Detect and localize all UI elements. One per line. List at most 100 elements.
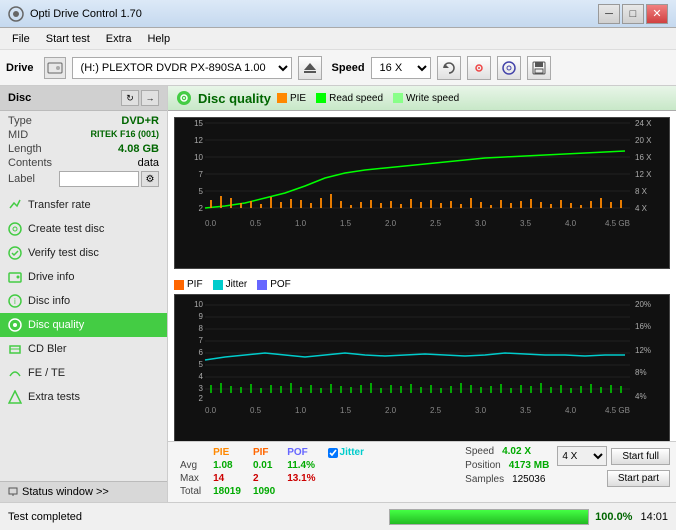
nav-transfer-rate[interactable]: Transfer rate (0, 193, 167, 217)
status-bar: Test completed 100.0% 14:01 (0, 502, 676, 530)
minimize-button[interactable]: ─ (598, 4, 620, 24)
jitter-checkbox[interactable] (328, 448, 338, 458)
speed-stat-value: 4.02 X (502, 446, 531, 457)
jitter-col-header: Jitter (322, 446, 370, 459)
samples-label: Samples (465, 474, 504, 485)
menu-file[interactable]: File (4, 31, 38, 47)
max-row: Max 14 2 13.1% (174, 472, 370, 485)
svg-text:0.5: 0.5 (250, 219, 262, 228)
disc-info-panel: Type DVD+R MID RITEK F16 (001) Length 4.… (0, 111, 167, 193)
nav-fe-te[interactable]: FE / TE (0, 361, 167, 385)
disc-info-icon: i (8, 294, 22, 308)
menu-extra[interactable]: Extra (98, 31, 140, 47)
start-full-button[interactable]: Start full (611, 448, 670, 465)
main-layout: Disc ↻ → Type DVD+R MID RITEK F16 (001) … (0, 86, 676, 502)
svg-text:2: 2 (199, 204, 204, 213)
svg-text:10: 10 (194, 153, 203, 162)
disc-quality-icon (8, 318, 22, 332)
svg-text:2.0: 2.0 (385, 219, 397, 228)
svg-text:4.5 GB: 4.5 GB (605, 406, 630, 415)
svg-text:8%: 8% (635, 368, 647, 377)
total-row: Total 18019 1090 (174, 485, 370, 498)
disc-refresh-btn[interactable]: ↻ (121, 90, 139, 106)
speed-dropdown[interactable]: 4 X8 X16 X (557, 446, 607, 466)
pif-label: PIF (187, 279, 203, 290)
position-value: 4173 MB (509, 460, 550, 471)
svg-text:1.5: 1.5 (340, 406, 352, 415)
nav-create-test-disc[interactable]: Create test disc (0, 217, 167, 241)
stats-table: PIE PIF POF Jitter Avg 1.08 (174, 446, 461, 498)
charts-wrapper: 15 12 10 7 5 2 24 X 20 X 16 X 12 X 8 X 4… (168, 111, 676, 441)
svg-text:20%: 20% (635, 300, 651, 309)
pif-col-header: PIF (247, 446, 281, 459)
contents-label: Contents (8, 157, 52, 169)
content-title: Disc quality (198, 91, 271, 106)
label-input[interactable] (59, 171, 139, 187)
write-speed-legend-label: Write speed (406, 93, 459, 104)
svg-text:4.0: 4.0 (565, 406, 577, 415)
menu-start-test[interactable]: Start test (38, 31, 98, 47)
close-button[interactable]: ✕ (646, 4, 668, 24)
cd-bler-icon (8, 342, 22, 356)
pof-label: POF (270, 279, 291, 290)
bottom-legend: PIF Jitter POF (174, 277, 670, 292)
avg-pif: 0.01 (247, 459, 281, 472)
svg-text:3.5: 3.5 (520, 406, 532, 415)
refresh-button[interactable] (437, 56, 461, 80)
drive-label: Drive (6, 62, 34, 74)
drive-select[interactable]: (H:) PLEXTOR DVDR PX-890SA 1.00 (72, 57, 292, 79)
svg-text:12: 12 (194, 136, 203, 145)
save-button[interactable] (527, 56, 551, 80)
avg-pof: 11.4% (281, 459, 321, 472)
svg-text:20 X: 20 X (635, 136, 652, 145)
pie-legend-dot (277, 93, 287, 103)
app-icon (8, 6, 24, 22)
menu-bar: File Start test Extra Help (0, 28, 676, 50)
title-bar: Opti Drive Control 1.70 ─ □ ✕ (0, 0, 676, 28)
disc-arrow-btn[interactable]: → (141, 90, 159, 106)
svg-text:8 X: 8 X (635, 187, 648, 196)
nav-cd-bler[interactable]: CD Bler (0, 337, 167, 361)
sidebar: Disc ↻ → Type DVD+R MID RITEK F16 (001) … (0, 86, 168, 502)
svg-text:4: 4 (199, 372, 204, 381)
read-speed-legend-label: Read speed (329, 93, 383, 104)
start-part-button[interactable]: Start part (607, 470, 670, 487)
disc-button[interactable] (497, 56, 521, 80)
content-header: Disc quality PIE Read speed Write speed (168, 86, 676, 111)
transfer-rate-icon (8, 198, 22, 212)
avg-pie: 1.08 (207, 459, 247, 472)
svg-text:8: 8 (199, 324, 204, 333)
speed-select[interactable]: 16 X (371, 57, 431, 79)
menu-help[interactable]: Help (139, 31, 178, 47)
nav-disc-quality[interactable]: Disc quality (0, 313, 167, 337)
window-title: Opti Drive Control 1.70 (30, 8, 142, 20)
extra-tests-icon (8, 390, 22, 404)
length-label: Length (8, 143, 42, 155)
drive-icon (44, 57, 66, 79)
status-window-button[interactable]: Status window >> (0, 481, 167, 502)
nav-drive-info[interactable]: Drive info (0, 265, 167, 289)
position-label: Position (465, 460, 501, 471)
label-btn[interactable]: ⚙ (141, 171, 159, 187)
svg-text:2.5: 2.5 (430, 219, 442, 228)
type-label: Type (8, 115, 32, 127)
settings-button[interactable] (467, 56, 491, 80)
maximize-button[interactable]: □ (622, 4, 644, 24)
nav-verify-test-disc[interactable]: Verify test disc (0, 241, 167, 265)
svg-text:2.5: 2.5 (430, 406, 442, 415)
avg-row: Avg 1.08 0.01 11.4% (174, 459, 370, 472)
svg-text:i: i (14, 297, 16, 306)
nav-extra-tests[interactable]: Extra tests (0, 385, 167, 409)
svg-text:16%: 16% (635, 322, 651, 331)
progress-container (389, 509, 589, 525)
create-disc-icon (8, 222, 22, 236)
svg-text:5: 5 (199, 360, 204, 369)
verify-disc-icon (8, 246, 22, 260)
bottom-panel: PIE PIF POF Jitter Avg 1.08 (168, 441, 676, 502)
svg-text:3: 3 (199, 384, 204, 393)
progress-bar (390, 510, 588, 524)
nav-disc-info[interactable]: i Disc info (0, 289, 167, 313)
eject-button[interactable] (298, 56, 322, 80)
quality-header-icon (176, 90, 192, 106)
contents-value: data (138, 157, 159, 169)
